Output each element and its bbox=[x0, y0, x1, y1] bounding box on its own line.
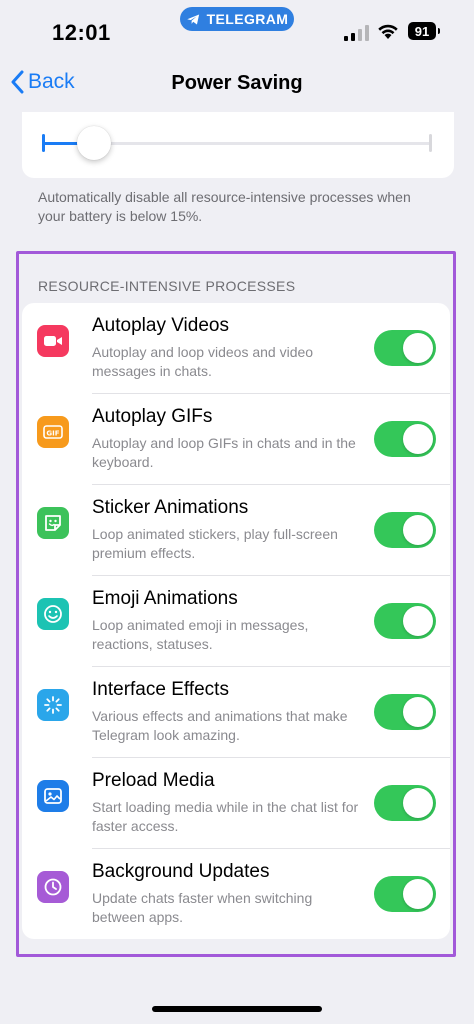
list-item-interface-effects[interactable]: Interface Effects Various effects and an… bbox=[22, 667, 450, 758]
list-item-sticker-animations[interactable]: Sticker Animations Loop animated sticker… bbox=[22, 485, 450, 576]
item-title: Preload Media bbox=[92, 770, 215, 791]
item-description: Update chats faster when switching betwe… bbox=[92, 890, 313, 925]
battery-level: 91 bbox=[414, 23, 430, 39]
slider-thumb[interactable] bbox=[77, 126, 112, 160]
item-description: Loop animated emoji in messages, reactio… bbox=[92, 617, 309, 652]
image-icon bbox=[37, 780, 69, 812]
home-indicator bbox=[152, 1006, 322, 1012]
telegram-pill-label: TELEGRAM bbox=[206, 11, 289, 27]
section-header: RESOURCE-INTENSIVE PROCESSES bbox=[38, 278, 296, 294]
item-title: Emoji Animations bbox=[92, 588, 238, 609]
toggle-knob bbox=[403, 515, 433, 545]
item-title: Background Updates bbox=[92, 861, 270, 882]
navigation-bar: Back Power Saving bbox=[0, 62, 474, 106]
autoplay-gifs-toggle[interactable] bbox=[374, 421, 436, 457]
sticker-icon bbox=[37, 507, 69, 539]
video-camera-icon bbox=[37, 325, 69, 357]
item-description: Loop animated stickers, play full-screen… bbox=[92, 526, 338, 561]
preload-media-toggle[interactable] bbox=[374, 785, 436, 821]
telegram-plane-icon bbox=[186, 14, 199, 24]
sparkle-icon bbox=[37, 689, 69, 721]
toggle-knob bbox=[403, 424, 433, 454]
list-item-autoplay-gifs[interactable]: GIF Autoplay GIFs Autoplay and loop GIFs… bbox=[22, 394, 450, 485]
wifi-icon bbox=[378, 24, 398, 39]
power-saving-screen: 12:01 TELEGRAM 91 Back Power Saving Auto… bbox=[0, 0, 474, 1024]
item-description: Autoplay and loop videos and video messa… bbox=[92, 344, 314, 379]
list-item-preload-media[interactable]: Preload Media Start loading media while … bbox=[22, 758, 450, 849]
battery-threshold-card bbox=[22, 112, 454, 178]
status-bar: 12:01 TELEGRAM 91 bbox=[0, 0, 474, 66]
processes-list: Autoplay Videos Autoplay and loop videos… bbox=[22, 303, 450, 939]
cellular-signal-icon bbox=[344, 25, 369, 41]
list-item-autoplay-videos[interactable]: Autoplay Videos Autoplay and loop videos… bbox=[22, 303, 450, 394]
battery-threshold-footnote: Automatically disable all resource-inten… bbox=[38, 189, 411, 224]
gif-icon: GIF bbox=[37, 416, 69, 448]
emoji-animations-toggle[interactable] bbox=[374, 603, 436, 639]
item-description: Start loading media while in the chat li… bbox=[92, 799, 359, 834]
item-title: Sticker Animations bbox=[92, 497, 249, 518]
svg-text:GIF: GIF bbox=[46, 430, 59, 438]
toggle-knob bbox=[403, 333, 433, 363]
clock-icon bbox=[37, 871, 69, 903]
page-title: Power Saving bbox=[171, 72, 303, 94]
list-item-background-updates[interactable]: Background Updates Update chats faster w… bbox=[22, 849, 450, 940]
telegram-pill[interactable]: TELEGRAM bbox=[180, 7, 294, 31]
item-title: Autoplay Videos bbox=[92, 315, 229, 336]
item-description: Autoplay and loop GIFs in chats and in t… bbox=[92, 435, 356, 470]
slider-min-cap bbox=[42, 134, 45, 152]
status-time: 12:01 bbox=[52, 20, 111, 45]
battery-indicator: 91 bbox=[408, 22, 440, 40]
toggle-knob bbox=[403, 606, 433, 636]
slider-max-cap bbox=[429, 134, 432, 152]
list-item-emoji-animations[interactable]: Emoji Animations Loop animated emoji in … bbox=[22, 576, 450, 667]
item-description: Various effects and animations that make… bbox=[92, 708, 348, 743]
sticker-animations-toggle[interactable] bbox=[374, 512, 436, 548]
emoji-icon bbox=[37, 598, 69, 630]
background-updates-toggle[interactable] bbox=[374, 876, 436, 912]
item-title: Autoplay GIFs bbox=[92, 406, 213, 427]
interface-effects-toggle[interactable] bbox=[374, 694, 436, 730]
autoplay-videos-toggle[interactable] bbox=[374, 330, 436, 366]
toggle-knob bbox=[403, 879, 433, 909]
item-title: Interface Effects bbox=[92, 679, 229, 700]
toggle-knob bbox=[403, 697, 433, 727]
toggle-knob bbox=[403, 788, 433, 818]
